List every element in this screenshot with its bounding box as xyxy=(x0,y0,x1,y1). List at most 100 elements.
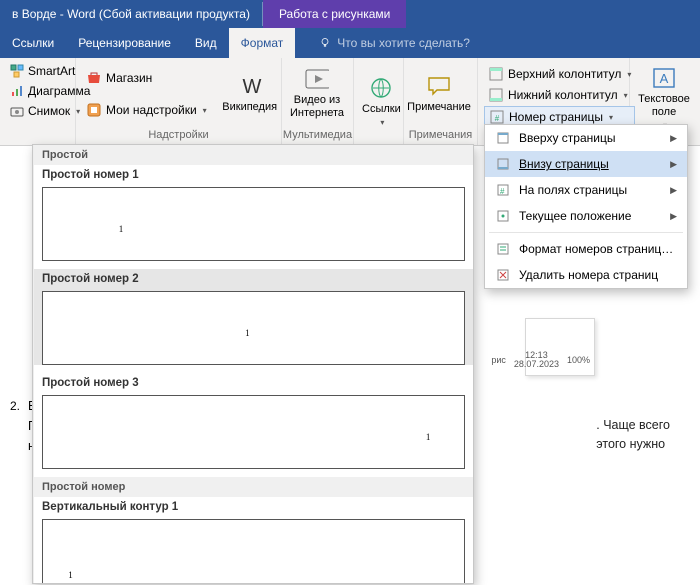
ribbon-group-links: Ссылки ▾ xyxy=(354,58,404,145)
store-label: Магазин xyxy=(106,71,152,85)
mini-zoom: 100% xyxy=(567,355,590,365)
window-title: в Ворде - Word (Сбой активации продукта) xyxy=(0,7,262,21)
footer-label: Нижний колонтитул xyxy=(508,88,618,102)
menu-current-position[interactable]: Текущее положение ▶ xyxy=(485,203,687,229)
chevron-right-icon: ▶ xyxy=(670,211,677,222)
link-icon xyxy=(369,76,393,100)
my-addins-label: Мои надстройки xyxy=(106,103,197,117)
comments-group-label: Примечания xyxy=(404,129,477,145)
list-number: 2. xyxy=(10,399,20,413)
gallery-item-title-3: Простой номер 3 xyxy=(34,373,473,391)
chevron-down-icon: ▾ xyxy=(624,91,628,100)
footer-icon xyxy=(488,87,504,103)
menu-remove-label: Удалить номера страниц xyxy=(519,268,658,282)
format-icon xyxy=(495,241,511,257)
svg-text:#: # xyxy=(500,187,505,196)
menu-top-label: Вверху страницы xyxy=(519,131,615,145)
tell-me-placeholder: Что вы хотите сделать? xyxy=(337,36,470,50)
menu-top-of-page[interactable]: Вверху страницы ▶ xyxy=(485,125,687,151)
ribbon-group-media: Видео из Интернета Мультимедиа xyxy=(282,58,354,145)
smartart-label: SmartArt xyxy=(28,64,75,78)
menu-margins-label: На полях страницы xyxy=(519,183,627,197)
gallery-option-vertical1[interactable]: 1 xyxy=(42,519,465,584)
menu-page-margins[interactable]: # На полях страницы ▶ xyxy=(485,177,687,203)
gallery-item-title-4: Вертикальный контур 1 xyxy=(34,497,473,515)
gallery-group-simple2: Простой номер xyxy=(34,477,473,497)
mini-taskbar: рис 12:13 28.07.2023 100% xyxy=(491,351,590,369)
page-number-menu: Вверху страницы ▶ Внизу страницы ▶ # На … xyxy=(484,124,688,289)
chevron-down-icon: ▾ xyxy=(203,106,207,115)
menu-bottom-label: Внизу страницы xyxy=(519,157,609,171)
mini-date: 28.07.2023 xyxy=(514,360,559,369)
media-group-label: Мультимедиа xyxy=(282,129,353,145)
lightbulb-icon xyxy=(319,37,331,49)
page-top-icon xyxy=(495,130,511,146)
tab-view[interactable]: Вид xyxy=(183,28,229,58)
context-tab[interactable]: Работа с рисунками xyxy=(263,0,406,28)
screenshot-label: Снимок xyxy=(28,104,70,118)
svg-text:#: # xyxy=(495,114,500,123)
video-icon xyxy=(305,67,329,91)
header-label: Верхний колонтитул xyxy=(508,67,621,81)
svg-text:W: W xyxy=(242,76,261,97)
tab-references[interactable]: Ссылки xyxy=(0,28,66,58)
store-button[interactable]: Магазин xyxy=(82,68,211,88)
chevron-down-icon: ▾ xyxy=(380,118,384,127)
tab-format[interactable]: Формат xyxy=(229,28,296,58)
wikipedia-label: Википедия xyxy=(222,101,277,114)
chevron-down-icon: ▾ xyxy=(609,113,613,122)
links-button[interactable]: Ссылки ▾ xyxy=(360,62,403,141)
header-button[interactable]: Верхний колонтитул▾ xyxy=(484,64,635,84)
addins-icon xyxy=(86,102,102,118)
chevron-right-icon: ▶ xyxy=(670,159,677,170)
camera-icon xyxy=(10,104,24,118)
footer-button[interactable]: Нижний колонтитул ▾ xyxy=(484,85,635,105)
current-pos-icon xyxy=(495,208,511,224)
menu-format-numbers[interactable]: Формат номеров страниц… xyxy=(485,236,687,262)
ribbon-group-comments: Примечание Примечания xyxy=(404,58,478,145)
svg-text:A: A xyxy=(660,71,669,86)
titlebar: в Ворде - Word (Сбой активации продукта)… xyxy=(0,0,700,28)
online-video-label: Видео из Интернета xyxy=(290,94,344,119)
online-video-button[interactable]: Видео из Интернета xyxy=(288,62,346,125)
tell-me-search[interactable]: Что вы хотите сделать? xyxy=(319,28,470,58)
page-number-label: Номер страницы xyxy=(509,110,603,124)
chevron-right-icon: ▶ xyxy=(670,185,677,196)
textbox-icon: A xyxy=(652,66,676,90)
menu-remove-numbers[interactable]: Удалить номера страниц xyxy=(485,262,687,288)
tab-review[interactable]: Рецензирование xyxy=(66,28,183,58)
menu-separator xyxy=(489,232,683,233)
gallery-option-plain1[interactable]: 1 xyxy=(42,187,465,261)
addins-group-label: Надстройки xyxy=(76,129,281,145)
smartart-icon xyxy=(10,64,24,78)
touch-label: рис xyxy=(491,355,506,365)
gallery-group-simple: Простой xyxy=(34,145,473,165)
header-icon xyxy=(488,66,504,82)
textbox-label: Текстовое поле xyxy=(638,93,690,118)
menu-format-label: Формат номеров страниц… xyxy=(519,242,673,256)
menu-bottom-of-page[interactable]: Внизу страницы ▶ xyxy=(485,151,687,177)
page-margins-icon: # xyxy=(495,182,511,198)
page-number-icon: # xyxy=(489,109,505,125)
links-label: Ссылки xyxy=(362,103,401,116)
gallery-item-title-1: Простой номер 1 xyxy=(34,165,473,183)
menu-current-label: Текущее положение xyxy=(519,209,631,223)
store-icon xyxy=(86,70,102,86)
chart-icon xyxy=(10,84,24,98)
ribbon-group-illustrations: SmartArt Диаграмма Снимок▾ xyxy=(0,58,76,145)
wikipedia-icon: W xyxy=(238,74,262,98)
wikipedia-button[interactable]: W Википедия xyxy=(221,62,279,125)
chevron-right-icon: ▶ xyxy=(670,133,677,144)
comment-label: Примечание xyxy=(407,101,471,114)
gallery-option-plain2[interactable]: 1 xyxy=(42,291,465,365)
ribbon-group-addins: Магазин Мои надстройки ▾ W Википедия Надс… xyxy=(76,58,282,145)
my-addins-button[interactable]: Мои надстройки ▾ xyxy=(82,100,211,120)
comment-button[interactable]: Примечание xyxy=(410,62,468,125)
page-number-gallery[interactable]: Простой Простой номер 1 1 Простой номер … xyxy=(32,144,474,584)
remove-icon xyxy=(495,267,511,283)
ribbon-tabs: Ссылки Рецензирование Вид Формат Что вы … xyxy=(0,28,700,58)
gallery-option-plain3[interactable]: 1 xyxy=(42,395,465,469)
gallery-item-title-2: Простой номер 2 xyxy=(34,269,473,287)
comment-icon xyxy=(427,74,451,98)
document-text: . Чаще всего этого нужно xyxy=(596,416,670,454)
